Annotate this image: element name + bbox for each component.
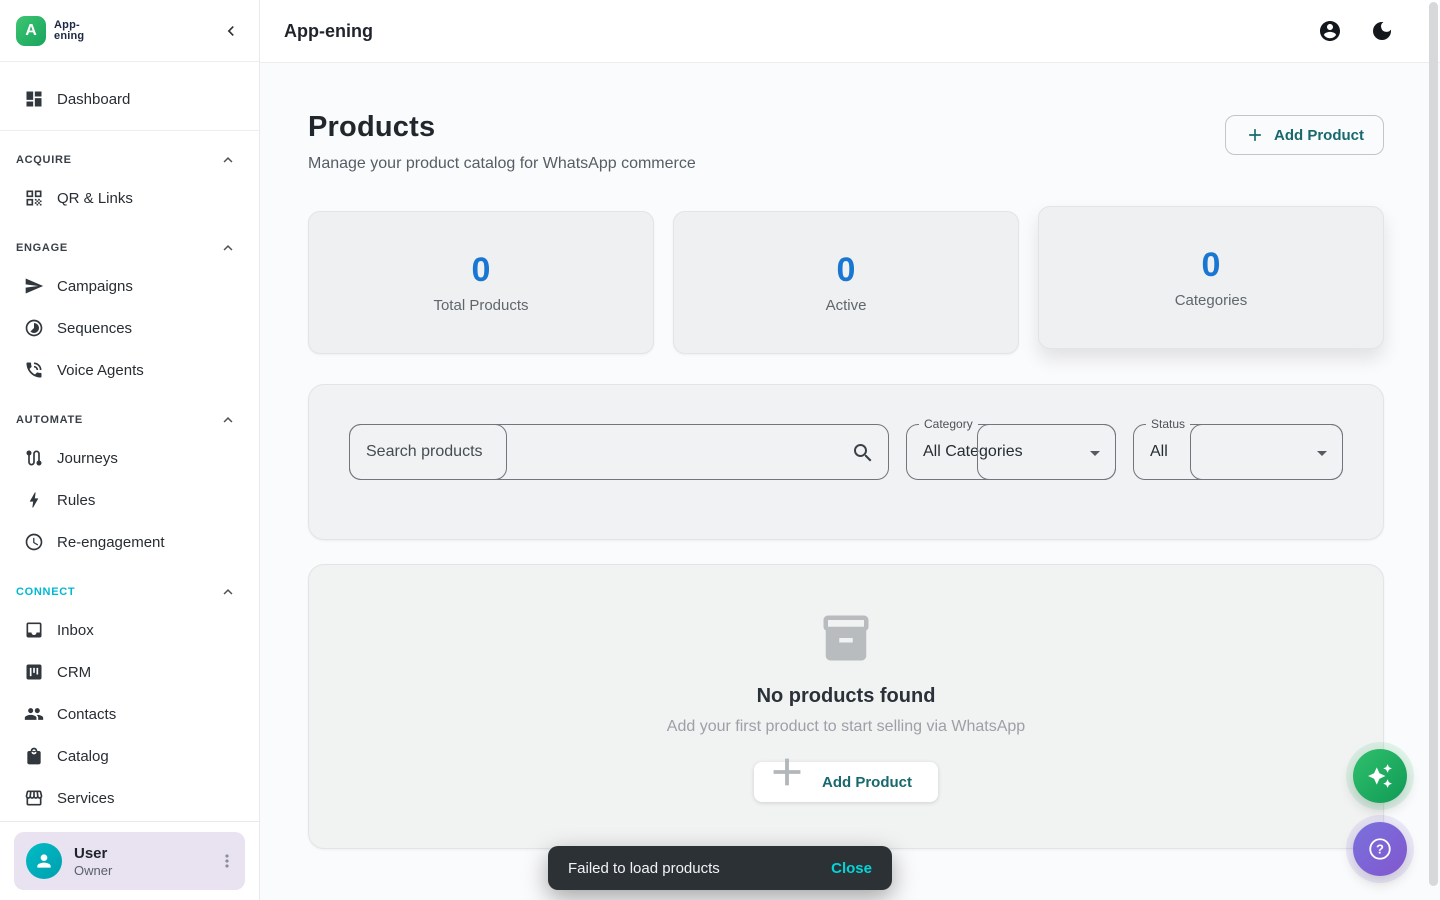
sidebar-item-re-engagement[interactable]: Re-engagement [0, 521, 259, 563]
stat-card-active: 0 Active [673, 211, 1019, 354]
category-select[interactable]: Category All Categories [906, 424, 1116, 480]
sidebar-item-qr-links[interactable]: QR & Links [0, 177, 259, 219]
search-icon[interactable] [851, 441, 875, 465]
search-input[interactable] [350, 425, 888, 479]
stats-row: 0 Total Products 0 Active 0 Categories [308, 211, 1384, 354]
empty-add-product-button[interactable]: Add Product [754, 762, 938, 802]
sidebar: A App- ening Dashboard ACQUIRE [0, 0, 260, 900]
scrollbar-track [1428, 0, 1440, 900]
main-area: App-ening Products Manage your product c… [260, 0, 1440, 900]
sidebar-item-journeys[interactable]: Journeys [0, 437, 259, 479]
sidebar-item-voice-agents[interactable]: Voice Agents [0, 349, 259, 391]
chevron-up-icon [219, 583, 237, 601]
moon-icon [1370, 19, 1394, 43]
sparkles-icon [1367, 763, 1393, 789]
stat-card-total-products: 0 Total Products [308, 211, 654, 354]
logo-letter: A [25, 22, 37, 40]
help-icon: ? [1367, 836, 1393, 862]
stat-value: 0 [1202, 246, 1221, 285]
toast: Failed to load products Close [548, 846, 892, 890]
user-card[interactable]: User Owner [14, 832, 245, 890]
account-circle-icon [1318, 19, 1342, 43]
send-icon [24, 276, 44, 296]
filter-bar: Category All Categories Status All [308, 384, 1384, 540]
section-header-connect[interactable]: CONNECT [0, 563, 259, 609]
qr-code-icon [24, 188, 44, 208]
toast-close-button[interactable]: Close [831, 860, 872, 877]
clock-icon [24, 532, 44, 552]
sidebar-item-contacts[interactable]: Contacts [0, 693, 259, 735]
stat-value: 0 [837, 251, 856, 290]
sidebar-nav: Dashboard ACQUIRE QR & Links ENGAGE Camp… [0, 62, 259, 821]
svg-text:?: ? [1376, 842, 1384, 857]
section-header-engage[interactable]: ENGAGE [0, 219, 259, 265]
inbox-icon [24, 620, 44, 640]
page-title: Products [308, 111, 696, 144]
section-header-automate[interactable]: AUTOMATE [0, 391, 259, 437]
shopping-bag-icon [24, 746, 44, 766]
phone-in-talk-icon [24, 360, 44, 380]
sidebar-item-crm[interactable]: CRM [0, 651, 259, 693]
page-subtitle: Manage your product catalog for WhatsApp… [308, 155, 696, 173]
empty-state-subtitle: Add your first product to start selling … [667, 718, 1025, 736]
sidebar-item-inbox[interactable]: Inbox [0, 609, 259, 651]
bolt-icon [24, 490, 44, 510]
sidebar-item-campaigns[interactable]: Campaigns [0, 265, 259, 307]
storefront-icon [24, 788, 44, 808]
kanban-icon [24, 662, 44, 682]
ai-assistant-fab[interactable] [1353, 749, 1407, 803]
section-header-acquire[interactable]: ACQUIRE [0, 131, 259, 177]
chevron-up-icon [219, 411, 237, 429]
person-icon [34, 851, 54, 871]
stat-label: Total Products [433, 297, 528, 314]
empty-state: No products found Add your first product… [308, 564, 1384, 849]
route-icon [24, 448, 44, 468]
sidebar-item-dashboard[interactable]: Dashboard [0, 78, 259, 120]
stat-value: 0 [472, 251, 491, 290]
sidebar-header: A App- ening [0, 0, 259, 62]
status-select[interactable]: Status All [1133, 424, 1343, 480]
timelapse-icon [24, 318, 44, 338]
dropdown-arrow-icon [1310, 441, 1334, 465]
dark-mode-toggle[interactable] [1370, 19, 1394, 43]
scrollbar-thumb[interactable] [1429, 2, 1438, 886]
sidebar-item-sequences[interactable]: Sequences [0, 307, 259, 349]
status-select-label: Status [1146, 417, 1190, 431]
inventory-box-icon [819, 611, 873, 665]
category-select-label: Category [919, 417, 978, 431]
user-role: Owner [74, 863, 205, 878]
add-product-button[interactable]: Add Product [1225, 115, 1384, 155]
plus-icon [1245, 125, 1265, 145]
dropdown-arrow-icon [1083, 441, 1107, 465]
help-fab[interactable]: ? [1353, 822, 1407, 876]
chevron-up-icon [219, 239, 237, 257]
more-vert-icon[interactable] [217, 851, 237, 871]
empty-state-title: No products found [757, 685, 936, 708]
app-logo: A App- ening [16, 16, 84, 46]
sidebar-footer: User Owner [0, 821, 259, 900]
toast-message: Failed to load products [568, 860, 720, 877]
top-bar: App-ening [260, 0, 1440, 63]
app-title: App-ening [284, 21, 373, 42]
chevron-left-icon [221, 21, 241, 41]
dashboard-icon [24, 89, 44, 109]
sidebar-item-catalog[interactable]: Catalog [0, 735, 259, 777]
user-avatar [26, 843, 62, 879]
people-icon [24, 704, 44, 724]
app-logo-text: App- ening [54, 20, 84, 42]
sidebar-collapse-button[interactable] [217, 17, 245, 45]
app-logo-mark: A [16, 16, 46, 46]
plus-icon [764, 749, 810, 795]
sidebar-item-services[interactable]: Services [0, 777, 259, 819]
user-name: User [74, 845, 205, 862]
account-button[interactable] [1318, 19, 1342, 43]
chevron-up-icon [219, 151, 237, 169]
search-field [349, 424, 889, 480]
stat-label: Active [826, 297, 867, 314]
app-root: A App- ening Dashboard ACQUIRE [0, 0, 1440, 900]
stat-card-categories: 0 Categories [1038, 206, 1384, 349]
sidebar-item-rules[interactable]: Rules [0, 479, 259, 521]
stat-label: Categories [1175, 292, 1248, 309]
page-content: Products Manage your product catalog for… [260, 63, 1440, 900]
